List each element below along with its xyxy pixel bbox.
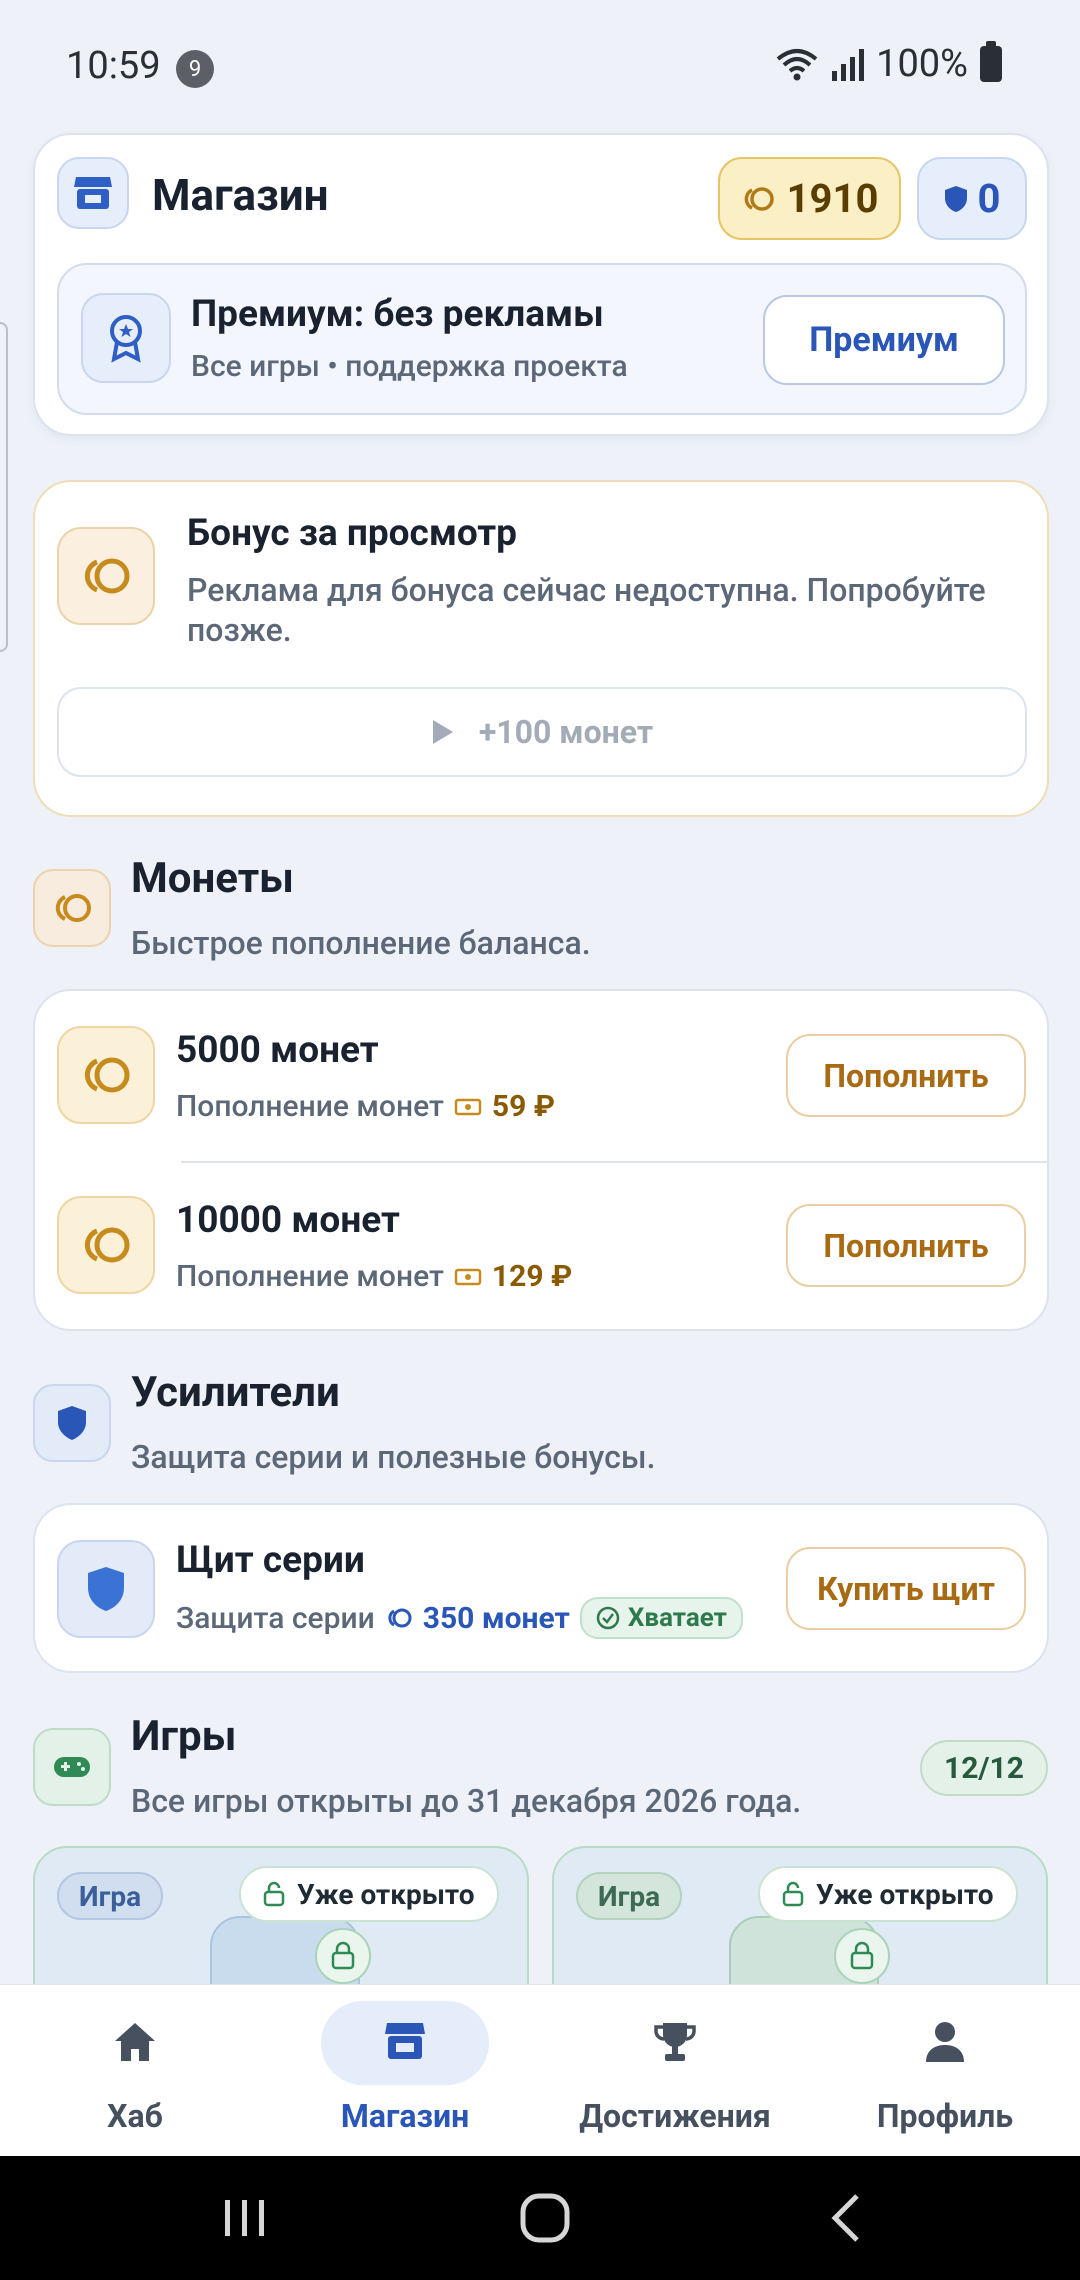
streak-shield-card: Щит серии Защита серии 350 монет Хватает… [33,1503,1049,1673]
nav-achievements-label: Достижения [579,2097,771,2135]
wifi-icon [776,49,818,81]
nav-hub[interactable]: Хаб [0,1985,270,2157]
home-icon [0,2021,270,2063]
topup-button[interactable]: Пополнить [786,1034,1026,1117]
shield-price: 350 монет [422,1600,570,1636]
coin-icon [57,527,155,625]
boosters-section-subtitle: Защита серии и полезные бонусы. [131,1438,656,1476]
bonus-subtitle: Реклама для бонуса сейчас недоступна. По… [187,571,986,649]
watch-ad-button[interactable]: +100 монет [57,687,1027,777]
coin-icon [33,869,111,947]
nav-store[interactable]: Магазин [270,1985,540,2157]
check-circle-icon [596,1606,620,1630]
coin-icon [57,1196,155,1294]
shield-balance[interactable]: 0 [917,157,1027,240]
premium-title: Премиум: без рекламы [191,293,604,336]
coin-icon [744,186,774,211]
shop-header-card: Магазин 1910 0 Премиум: без рекламы Все … [33,133,1049,436]
banknote-icon [454,1098,482,1115]
shield-icon [57,1540,155,1638]
coin-balance[interactable]: 1910 [718,157,901,240]
status-time: 10:59 [66,44,161,88]
unlock-icon [263,1881,285,1907]
lock-icon [834,1928,890,1984]
coin-pack-price: 129 ₽ [491,1259,573,1294]
signal-icon [832,49,865,81]
game-tag: Игра [576,1872,683,1920]
premium-button[interactable]: Премиум [763,295,1005,385]
award-ribbon-icon [81,293,171,383]
nav-hub-label: Хаб [107,2097,163,2135]
page-title: Магазин [152,169,329,221]
coin-pack-subtitle: Пополнение монет 59 ₽ [176,1089,555,1124]
coins-list-card: 5000 монет Пополнение монет 59 ₽ Пополни… [33,989,1049,1331]
lock-icon [315,1928,371,1984]
premium-subtitle: Все игры • поддержка проекта [191,349,628,384]
home-button-icon[interactable] [505,2186,585,2250]
coins-section-subtitle: Быстрое пополнение баланса. [131,924,591,962]
nav-achievements[interactable]: Достижения [540,1985,810,2157]
buy-shield-button[interactable]: Купить щит [786,1547,1026,1630]
divider [181,1161,1049,1163]
banknote-icon [454,1268,482,1285]
game-unlocked-badge: Уже открыто [239,1866,499,1922]
coins-section-title: Монеты [131,854,294,903]
person-icon [810,2021,1080,2063]
nav-profile-label: Профиль [876,2097,1014,2135]
coin-pack-price: 59 ₽ [491,1089,555,1124]
coin-balance-value: 1910 [786,175,879,222]
nav-profile[interactable]: Профиль [810,1985,1080,2157]
gamepad-icon [33,1728,111,1806]
boosters-section-title: Усилители [131,1368,340,1417]
battery-icon [980,41,1002,82]
notification-count-badge: 9 [176,50,214,88]
status-icons: 100% [776,41,1002,86]
status-bar: 10:59 9 100% [0,0,1080,130]
coin-icon [57,1026,155,1124]
shield-icon [33,1384,111,1462]
shield-icon [944,185,967,212]
bonus-title: Бонус за просмотр [187,512,517,555]
back-icon[interactable] [810,2186,880,2250]
play-icon [432,720,453,744]
game-unlocked-badge: Уже открыто [758,1866,1018,1922]
enough-badge: Хватает [579,1597,743,1639]
topup-button[interactable]: Пополнить [786,1204,1026,1287]
coin-pack-title: 10000 монет [176,1199,400,1242]
edge-panel-handle[interactable] [0,322,8,652]
premium-banner: Премиум: без рекламы Все игры • поддержк… [57,263,1027,415]
trophy-icon [540,2021,810,2063]
coin-pack-subtitle: Пополнение монет 129 ₽ [176,1259,573,1294]
unlock-icon [782,1881,804,1907]
shield-balance-value: 0 [977,175,1001,222]
coin-icon [388,1608,412,1628]
store-icon [270,2021,540,2061]
battery-percent: 100% [876,42,968,86]
store-icon [57,157,129,229]
games-section-subtitle: Все игры открыты до 31 декабря 2026 года… [131,1782,802,1820]
shield-subtitle: Защита серии 350 монет Хватает [176,1597,743,1639]
watch-ad-label: +100 монет [478,713,654,751]
games-section-title: Игры [131,1712,237,1761]
recent-apps-icon[interactable] [210,2186,280,2250]
bottom-navigation: Хаб Магазин Достижения Профиль [0,1984,1080,2156]
games-count-badge: 12/12 [920,1740,1048,1796]
game-tag: Игра [57,1872,164,1920]
nav-store-label: Магазин [340,2097,470,2135]
coin-pack-title: 5000 монет [176,1029,379,1072]
bonus-card: Бонус за просмотр Реклама для бонуса сей… [33,480,1049,817]
shield-title: Щит серии [176,1539,365,1582]
system-navigation-bar [0,2156,1080,2280]
